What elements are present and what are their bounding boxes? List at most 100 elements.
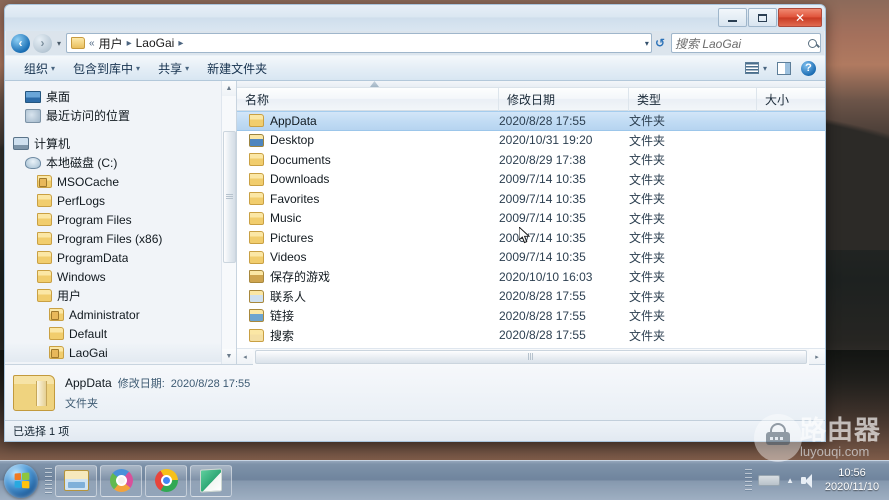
- taskbar-button-browser-1[interactable]: [100, 464, 142, 497]
- details-pane: AppData 修改日期: 2020/8/28 17:55 文件夹: [5, 364, 825, 420]
- organize-button[interactable]: 组织 ▾: [15, 57, 64, 80]
- column-header-name[interactable]: 名称: [237, 87, 499, 111]
- cell-name: Videos: [237, 250, 499, 264]
- new-folder-button[interactable]: 新建文件夹: [198, 57, 276, 80]
- forward-arrow-icon[interactable]: ›: [33, 33, 52, 53]
- taskbar-grip-icon[interactable]: [45, 467, 52, 494]
- clock-date: 2020/11/10: [824, 480, 880, 493]
- sidebar-item-laogai[interactable]: LaoGai: [5, 343, 236, 362]
- file-name-label: 保存的游戏: [270, 270, 331, 285]
- breadcrumb-item-laogai[interactable]: LaoGai: [134, 35, 177, 51]
- tray-hidden-icons[interactable]: [758, 475, 781, 486]
- sidebar-item-label: 桌面: [46, 90, 71, 104]
- cell-name: Downloads: [237, 172, 499, 186]
- sidebar-item-label: ProgramData: [57, 250, 129, 265]
- history-dropdown-icon[interactable]: ▾: [55, 39, 63, 48]
- taskbar-button-notes[interactable]: [190, 464, 232, 497]
- computer-icon: [13, 137, 29, 150]
- sidebar-item-administrator[interactable]: Administrator: [5, 305, 236, 324]
- table-row[interactable]: Desktop 2020/10/31 19:20 文件夹: [237, 131, 825, 151]
- folder-icon: [249, 192, 264, 206]
- scroll-thumb[interactable]: [222, 131, 236, 263]
- sidebar-item-label: PerfLogs: [57, 193, 106, 208]
- cell-date: 2009/7/14 10:35: [499, 172, 586, 187]
- hscroll-left-button[interactable]: ◂: [237, 348, 253, 365]
- clock[interactable]: 10:56 2020/11/10: [821, 467, 883, 495]
- sidebar-item-default[interactable]: Default: [5, 324, 236, 343]
- column-header-date[interactable]: 修改日期: [499, 87, 629, 111]
- table-row[interactable]: 保存的游戏 2020/10/10 16:03 文件夹: [237, 267, 825, 287]
- search-input[interactable]: 搜索 LaoGai: [671, 33, 821, 53]
- hscroll-track[interactable]: [253, 348, 809, 365]
- breadcrumb-item-users[interactable]: 用户: [97, 34, 125, 53]
- details-item-name: AppData: [65, 375, 112, 390]
- sidebar-item-perflogs[interactable]: PerfLogs: [5, 191, 236, 210]
- breadcrumb-separator-icon[interactable]: ▸: [126, 38, 133, 49]
- refresh-icon[interactable]: ↺: [655, 36, 665, 50]
- table-row[interactable]: 链接 2020/8/28 17:55 文件夹: [237, 306, 825, 326]
- table-row[interactable]: Documents 2020/8/29 17:38 文件夹: [237, 150, 825, 170]
- sidebar-item-program-files-x86[interactable]: Program Files (x86): [5, 229, 236, 248]
- taskbar-button-browser-2[interactable]: [145, 464, 187, 497]
- window-body: 桌面最近访问的位置 计算机 本地磁盘 (C:) MSOCache PerfLogs Pro…: [5, 81, 825, 365]
- scroll-grip-icon: [225, 194, 233, 201]
- title-bar[interactable]: ✕: [5, 5, 825, 31]
- cell-date: 2020/8/28 17:55: [499, 113, 586, 128]
- table-row[interactable]: Pictures 2009/7/14 10:35 文件夹: [237, 228, 825, 248]
- close-button[interactable]: ✕: [778, 8, 822, 27]
- share-label: 共享: [158, 61, 183, 76]
- chevron-down-icon[interactable]: ▾: [645, 39, 649, 48]
- back-arrow-icon[interactable]: ‹: [11, 33, 30, 53]
- include-in-library-button[interactable]: 包含到库中 ▾: [64, 57, 149, 80]
- hscroll-thumb[interactable]: [255, 349, 807, 364]
- show-hidden-icons-icon[interactable]: ▲: [786, 476, 794, 485]
- sidebar-item-[interactable]: 最近访问的位置: [5, 106, 236, 125]
- scroll-down-button[interactable]: ▼: [221, 349, 236, 364]
- breadcrumb-separator-end-icon[interactable]: ▸: [177, 38, 184, 49]
- table-row[interactable]: Music 2009/7/14 10:35 文件夹: [237, 209, 825, 229]
- preview-pane-icon: [777, 61, 791, 75]
- maximize-button[interactable]: [748, 8, 777, 27]
- column-header-type[interactable]: 类型: [629, 87, 757, 111]
- sidebar-item-[interactable]: 用户: [5, 286, 236, 305]
- sidebar-item-[interactable]: 公用: [5, 362, 236, 364]
- cell-type: 文件夹: [629, 309, 666, 324]
- cell-type: 文件夹: [629, 133, 666, 148]
- sidebar-item-program-files[interactable]: Program Files: [5, 210, 236, 229]
- file-name-label: Downloads: [270, 172, 330, 187]
- file-list-hscrollbar[interactable]: ◂ ▸: [237, 348, 825, 365]
- preview-pane-button[interactable]: [772, 60, 796, 77]
- sidebar-item-msocache[interactable]: MSOCache: [5, 172, 236, 191]
- taskbar-button-explorer[interactable]: [55, 464, 97, 497]
- column-header-size[interactable]: 大小: [757, 88, 825, 111]
- navigation-pane: 桌面最近访问的位置 计算机 本地磁盘 (C:) MSOCache PerfLogs Pro…: [5, 81, 237, 364]
- file-explorer-icon: [63, 470, 89, 491]
- sidebar-item-[interactable]: 桌面: [5, 87, 236, 106]
- tray-grip-icon[interactable]: [745, 468, 753, 493]
- volume-icon[interactable]: [800, 473, 815, 488]
- cell-name: Favorites: [237, 192, 499, 206]
- address-input[interactable]: « 用户 ▸ LaoGai ▸ ▾: [66, 33, 652, 53]
- minimize-button[interactable]: [718, 8, 747, 27]
- sidebar-item-windows[interactable]: Windows: [5, 267, 236, 286]
- table-row[interactable]: 联系人 2020/8/28 17:55 文件夹: [237, 287, 825, 307]
- scroll-track[interactable]: [221, 96, 236, 349]
- share-button[interactable]: 共享 ▾: [149, 57, 198, 80]
- table-row[interactable]: Favorites 2009/7/14 10:35 文件夹: [237, 189, 825, 209]
- help-button[interactable]: ?: [796, 59, 821, 78]
- table-row[interactable]: Downloads 2009/7/14 10:35 文件夹: [237, 170, 825, 190]
- cell-date: 2009/7/14 10:35: [499, 191, 586, 206]
- sidebar-item-c[interactable]: 本地磁盘 (C:): [5, 153, 236, 172]
- navigation-scrollbar[interactable]: ▲ ▼: [221, 81, 236, 364]
- change-view-button[interactable]: ▾: [740, 60, 772, 76]
- table-row[interactable]: AppData 2020/8/28 17:55 文件夹: [237, 111, 825, 131]
- hscroll-right-button[interactable]: ▸: [809, 348, 825, 365]
- table-row[interactable]: Videos 2009/7/14 10:35 文件夹: [237, 248, 825, 268]
- hscroll-grip-icon: [528, 353, 534, 360]
- start-button[interactable]: [4, 463, 38, 498]
- sidebar-item-[interactable]: 计算机: [5, 134, 236, 153]
- scroll-up-button[interactable]: ▲: [221, 81, 236, 96]
- table-row[interactable]: 搜索 2020/8/28 17:55 文件夹: [237, 326, 825, 346]
- sidebar-item-programdata[interactable]: ProgramData: [5, 248, 236, 267]
- cell-name: Desktop: [237, 133, 499, 147]
